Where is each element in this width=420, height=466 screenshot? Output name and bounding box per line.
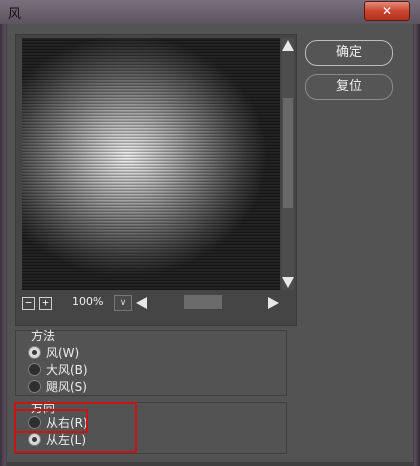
- vertical-scroll-thumb[interactable]: [283, 98, 293, 208]
- scroll-up-icon[interactable]: [282, 40, 294, 51]
- zoom-dropdown[interactable]: ∨: [114, 295, 132, 311]
- scroll-right-icon[interactable]: [268, 297, 279, 309]
- radio-wind-label[interactable]: 风(W): [46, 344, 79, 361]
- method-label: 方法: [31, 329, 56, 343]
- radio-stagger-label[interactable]: 飓风(S): [46, 378, 87, 395]
- preview-panel: − + 100% ∨: [15, 34, 297, 326]
- scroll-down-icon[interactable]: [282, 277, 294, 288]
- radio-wind[interactable]: [28, 346, 41, 359]
- dialog-window: 风 ✕ − + 100% ∨ 确定 复位 方法 风(W) 大风(B) 飓风(S)…: [0, 0, 420, 466]
- zoom-in-button[interactable]: +: [39, 297, 52, 310]
- dialog-body: − + 100% ∨ 确定 复位 方法 风(W) 大风(B) 飓风(S) 方向 …: [7, 24, 413, 462]
- close-icon: ✕: [381, 4, 393, 18]
- radio-stagger[interactable]: [28, 380, 41, 393]
- method-group: 方法 风(W) 大风(B) 飓风(S): [15, 329, 287, 396]
- ok-button[interactable]: 确定: [305, 40, 393, 66]
- preview-image[interactable]: [22, 38, 280, 290]
- vertical-scrollbar[interactable]: [282, 38, 294, 290]
- reset-button[interactable]: 复位: [305, 74, 393, 100]
- zoom-out-button[interactable]: −: [22, 297, 35, 310]
- preview-toolbar: − + 100% ∨: [22, 295, 290, 313]
- radio-blast-label[interactable]: 大风(B): [46, 361, 88, 378]
- window-title: 风: [8, 7, 22, 22]
- horizontal-scroll-thumb[interactable]: [184, 295, 222, 309]
- zoom-level: 100%: [72, 295, 104, 308]
- scroll-left-icon[interactable]: [136, 297, 147, 309]
- radio-blast[interactable]: [28, 363, 41, 376]
- annotation-highlight-inner-box: [14, 409, 88, 433]
- title-bar[interactable]: 风 ✕: [0, 0, 420, 24]
- close-button[interactable]: ✕: [364, 1, 410, 21]
